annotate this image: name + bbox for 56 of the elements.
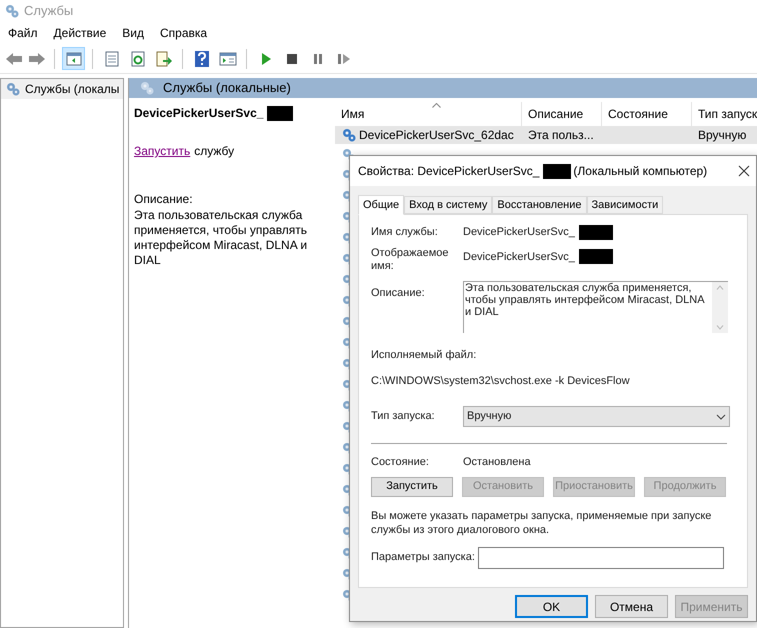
- gear-icon: [139, 80, 155, 96]
- resume-icon: [336, 52, 350, 66]
- tab[interactable]: Зависимости: [586, 196, 664, 214]
- service-control-button[interactable]: Запустить: [371, 476, 453, 496]
- hint-text: Вы можете указать параметры запуска, применяемые при запуске службы из этого диалогового окна.: [371, 508, 712, 536]
- refresh-icon: [130, 50, 146, 66]
- close-icon[interactable]: [738, 165, 750, 177]
- window-icon: [218, 50, 236, 66]
- state-value: Остановлена: [463, 455, 531, 470]
- link-suffix: службу: [194, 143, 234, 160]
- params-field[interactable]: [478, 546, 724, 568]
- startup-dropdown[interactable]: Вручную: [463, 406, 730, 427]
- chevron-down-icon: [716, 414, 726, 420]
- table-cell-text: DevicePickerUserSvc_62dac: [359, 127, 514, 144]
- gear-icon: [5, 81, 21, 97]
- description-label: Описание:: [134, 191, 194, 208]
- menu-item[interactable]: Справка: [160, 24, 208, 42]
- field-label: Параметры запуска:: [371, 550, 475, 566]
- tab[interactable]: Вход в систему: [404, 196, 492, 214]
- stop-icon: [284, 52, 298, 66]
- menu-item[interactable]: Файл: [8, 24, 38, 42]
- field-label: Исполняемый файл:: [371, 348, 478, 363]
- pane-title: Службы (локальные): [163, 79, 291, 98]
- dialog-title-suffix: (Локальный компьютер): [573, 163, 708, 180]
- tab[interactable]: Восстановление: [492, 196, 587, 214]
- field-label: Тип запуска:: [371, 409, 436, 424]
- help-icon: [194, 50, 210, 68]
- window-title: Службы: [24, 2, 74, 20]
- description-text: Эта пользовательская служба применяется, чтобы управлять интерфейсом Miracast, DLNA и DIAL: [464, 282, 706, 320]
- exe-path: C:\WINDOWS\system32\svchost.exe -k DevicesFlow: [371, 374, 631, 388]
- table-cell: Эта польз...: [528, 128, 594, 142]
- dialog-title-prefix: Свойства: DevicePickerUserSvc_: [358, 163, 540, 180]
- tree-item[interactable]: Службы (локалы: [1, 79, 123, 99]
- service-name: DevicePickerUserSvc_: [134, 105, 264, 122]
- field-value: DevicePickerUserSvc_: [463, 224, 575, 240]
- field-label: Отображаемое имя:: [371, 247, 450, 273]
- tab[interactable]: Общие: [358, 195, 404, 215]
- panel-icon: [66, 50, 82, 66]
- field-value: DevicePickerUserSvc_: [463, 250, 575, 265]
- sort-caret-icon: [432, 103, 441, 108]
- service-row[interactable]: DevicePickerUserSvc_62dac Эта польз... Вручную: [335, 126, 757, 144]
- dialog-button[interactable]: OK: [515, 595, 588, 618]
- dialog-button[interactable]: Отмена: [595, 595, 668, 618]
- field-label: Описание:: [371, 286, 426, 301]
- menu-item[interactable]: Действие: [54, 24, 106, 42]
- gear-icon: [341, 127, 357, 143]
- field-label: Состояние:: [371, 455, 430, 470]
- list-icon: [104, 50, 120, 66]
- toolbar-button[interactable]: [62, 47, 85, 70]
- start-link[interactable]: Запустить: [134, 142, 190, 160]
- field-label: Имя службы:: [371, 224, 439, 240]
- table-cell: Вручную: [698, 128, 746, 142]
- export-icon: [156, 50, 172, 66]
- description-text: Эта пользовательская служба применяется, чтобы управлять интерфейсом Miracast, DLNA и DIAL: [134, 208, 308, 268]
- app-gear-icon: [4, 3, 20, 19]
- menu-item[interactable]: Вид: [122, 24, 144, 42]
